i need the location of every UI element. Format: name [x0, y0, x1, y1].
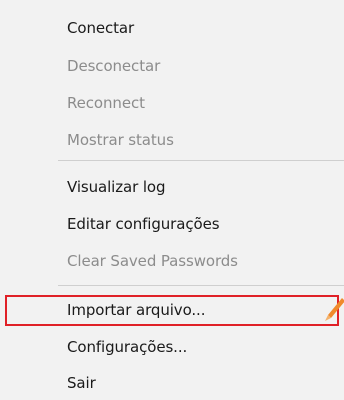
- menu-item-mostrar-status: Mostrar status: [67, 131, 174, 149]
- menu-item-conectar[interactable]: Conectar: [67, 18, 134, 38]
- context-menu: Conectar Desconectar Reconnect Mostrar s…: [0, 0, 344, 400]
- menu-item-editar-configuracoes[interactable]: Editar configurações: [67, 214, 220, 234]
- pencil-icon: [325, 298, 344, 321]
- menu-item-visualizar-log[interactable]: Visualizar log: [67, 177, 166, 197]
- menu-item-clear-saved-passwords: Clear Saved Passwords: [67, 252, 238, 270]
- menu-item-reconnect: Reconnect: [67, 94, 145, 112]
- menu-item-sair[interactable]: Sair: [67, 373, 96, 393]
- menu-item-configuracoes[interactable]: Configurações...: [67, 337, 187, 357]
- menu-separator: [58, 160, 344, 161]
- menu-item-importar-arquivo[interactable]: Importar arquivo...: [67, 300, 206, 320]
- menu-separator: [58, 285, 344, 286]
- menu-item-desconectar: Desconectar: [67, 57, 161, 75]
